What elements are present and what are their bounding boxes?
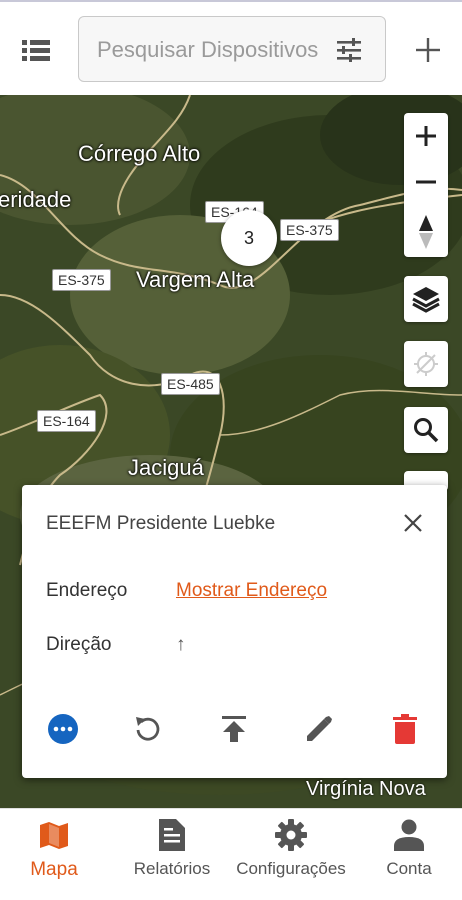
filter-button[interactable] (331, 33, 367, 67)
document-icon (159, 819, 185, 851)
nav-label: Conta (386, 859, 432, 878)
list-menu-button[interactable] (18, 32, 54, 68)
top-bar (0, 0, 462, 95)
plus-icon (416, 38, 440, 62)
direction-label: Direção (46, 634, 112, 655)
close-button[interactable] (399, 509, 427, 537)
bottom-navigation: Mapa Relatórios Configurações Conta (0, 808, 462, 900)
nav-item-conta[interactable]: Conta (372, 819, 446, 899)
refresh-icon (136, 717, 160, 741)
list-icon (22, 40, 50, 61)
device-popup: EEEFM Presidente Luebke Endereço Mostrar… (22, 485, 447, 778)
nav-item-relatorios[interactable]: Relatórios (122, 819, 222, 899)
road-shield: ES-375 (280, 219, 339, 241)
map-place-label: Córrego Alto (78, 141, 201, 166)
zoom-controls (404, 113, 448, 257)
show-address-link[interactable]: Mostrar Endereço (176, 580, 327, 601)
zoom-out-button[interactable] (404, 159, 448, 205)
add-device-button[interactable] (408, 30, 448, 70)
nav-label: Mapa (30, 859, 78, 880)
refresh-button[interactable] (128, 709, 168, 749)
nav-label: Configurações (236, 859, 346, 878)
search-input[interactable] (97, 35, 323, 65)
upload-icon (222, 716, 246, 742)
layers-button[interactable] (404, 276, 448, 322)
road-shield: ES-485 (161, 373, 220, 395)
map-icon (40, 822, 68, 849)
popup-actions (22, 709, 447, 755)
layers-icon (412, 287, 440, 313)
minus-icon (416, 180, 436, 184)
map-search-button[interactable] (404, 407, 448, 453)
nav-item-configuracoes[interactable]: Configurações (230, 819, 352, 899)
compass-reset-button[interactable] (404, 209, 448, 255)
map-place-label: Virgínia Nova (306, 778, 426, 800)
map-place-label: Jaciguá (128, 455, 204, 480)
compass-icon (419, 215, 433, 249)
location-disabled-button[interactable] (404, 341, 448, 387)
map-place-label: eridade (0, 187, 72, 212)
road-shield: ES-164 (37, 410, 96, 432)
trash-icon (393, 714, 417, 744)
search-box (78, 16, 386, 82)
close-icon (404, 514, 422, 532)
nav-item-mapa[interactable]: Mapa (14, 819, 94, 899)
upload-button[interactable] (214, 709, 254, 749)
person-icon (394, 819, 424, 851)
address-label: Endereço (46, 580, 128, 601)
road-shield: ES-375 (52, 269, 111, 291)
edit-button[interactable] (299, 709, 339, 749)
tune-icon (337, 38, 361, 62)
more-horizontal-icon (48, 714, 78, 744)
location-off-icon (414, 352, 438, 376)
pencil-icon (307, 716, 332, 741)
search-icon (414, 418, 439, 443)
direction-value: ↑ (176, 634, 186, 655)
more-button[interactable] (43, 709, 83, 749)
delete-button[interactable] (385, 709, 425, 749)
popup-title: EEEFM Presidente Luebke (46, 513, 276, 534)
gear-icon (275, 819, 307, 851)
zoom-in-button[interactable] (404, 113, 448, 159)
nav-label: Relatórios (133, 859, 211, 878)
plus-icon (416, 126, 436, 146)
map-place-label: Vargem Alta (136, 267, 255, 292)
device-cluster-marker[interactable]: 3 (221, 210, 277, 266)
